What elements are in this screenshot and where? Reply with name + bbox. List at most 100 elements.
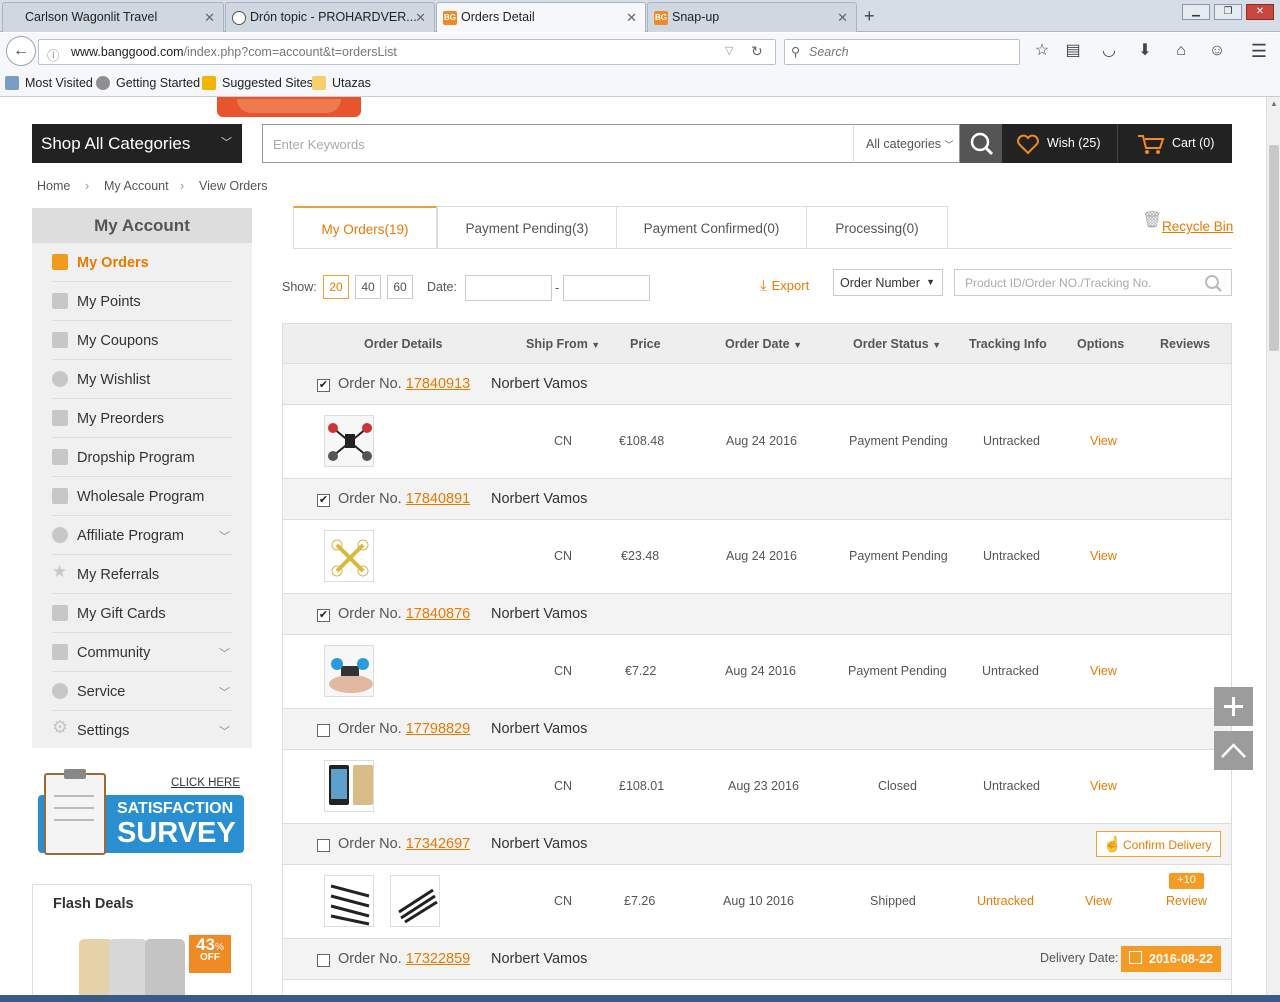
browser-search-input[interactable]: ⚲ Search — [784, 39, 1020, 65]
order-checkbox[interactable] — [317, 839, 330, 852]
breadcrumb-my-account[interactable]: My Account — [104, 179, 169, 193]
breadcrumb-home[interactable]: Home — [37, 179, 70, 193]
page-size-20[interactable]: 20 — [323, 275, 349, 299]
sidebar-item-my-preorders[interactable]: My Preorders — [52, 399, 232, 438]
tab-payment-confirmed[interactable]: Payment Confirmed(0) — [616, 206, 807, 249]
phone-image[interactable] — [109, 939, 147, 995]
page-size-60[interactable]: 60 — [387, 275, 413, 299]
product-thumbnail-drone[interactable] — [324, 415, 374, 467]
order-number-link[interactable]: 17322859 — [406, 951, 471, 967]
dropdown-icon[interactable]: ▽ — [725, 44, 733, 57]
sidebar-item-dropship-program[interactable]: Dropship Program — [52, 438, 232, 477]
category-select[interactable]: All categories ﹀ — [853, 124, 960, 163]
order-number-link[interactable]: 17840891 — [406, 491, 471, 507]
back-button[interactable]: ← — [6, 36, 36, 66]
order-checkbox[interactable]: ✔ — [317, 494, 330, 507]
order-checkbox[interactable]: ✔ — [317, 609, 330, 622]
smiley-icon[interactable]: ☺ — [1207, 41, 1227, 61]
order-number-link[interactable]: 17798829 — [406, 721, 471, 737]
review-link[interactable]: Review — [1166, 894, 1207, 908]
window-close-button[interactable]: ✕ — [1246, 4, 1274, 20]
url-bar[interactable]: ⓘ www.banggood.com/index.php?com=account… — [38, 39, 776, 65]
minimize-button[interactable]: ▁ — [1182, 4, 1210, 20]
phone-image[interactable] — [79, 939, 113, 995]
reload-icon[interactable]: ↻ — [751, 43, 763, 60]
sidebar-item-service[interactable]: Service ﹀ — [52, 672, 232, 711]
shop-all-categories-button[interactable]: Shop All Categories ﹀ — [32, 124, 242, 163]
product-thumbnail-propellers[interactable] — [390, 875, 440, 927]
order-checkbox[interactable]: ✔ — [317, 379, 330, 392]
order-number-link[interactable]: 17840913 — [406, 376, 471, 392]
pocket-icon[interactable]: ◡ — [1099, 41, 1119, 61]
order-search-input[interactable]: Product ID/Order NO./Tracking No. — [954, 269, 1232, 296]
site-search-button[interactable] — [960, 124, 1002, 163]
bookmark-most-visited[interactable]: Most Visited — [5, 76, 93, 90]
home-icon[interactable]: ⌂ — [1171, 41, 1191, 61]
browser-tab[interactable]: BG Snap-up ✕ — [647, 2, 857, 32]
sidebar-item-wholesale-program[interactable]: Wholesale Program — [52, 477, 232, 516]
sidebar-item-my-points[interactable]: My Points — [52, 282, 232, 321]
column-order-status[interactable]: Order Status ▼ — [853, 337, 941, 351]
product-thumbnail-propellers[interactable] — [324, 875, 374, 927]
wish-button[interactable]: Wish (25) — [1002, 124, 1118, 163]
promo-banner-fragment[interactable] — [217, 97, 361, 117]
download-icon[interactable]: ⬇ — [1135, 41, 1155, 61]
tab-my-orders[interactable]: My Orders(19) — [293, 206, 437, 249]
maximize-button[interactable]: ❐ — [1214, 4, 1242, 20]
browser-tab[interactable]: Carlson Wagonlit Travel ✕ — [2, 2, 224, 32]
export-button[interactable]: ⤓ Export — [760, 277, 809, 294]
tab-payment-pending[interactable]: Payment Pending(3) — [437, 206, 617, 249]
product-thumbnail-phone[interactable] — [324, 760, 374, 812]
close-icon[interactable]: ✕ — [626, 10, 637, 26]
scroll-up-arrow-icon[interactable]: ▲ — [1270, 99, 1278, 108]
phone-image[interactable] — [145, 939, 185, 995]
sidebar-item-my-wishlist[interactable]: My Wishlist — [52, 360, 232, 399]
confirm-delivery-button[interactable]: ☝ Confirm Delivery — [1096, 831, 1221, 857]
view-order-link[interactable]: View — [1085, 894, 1112, 908]
tab-processing[interactable]: Processing(0) — [806, 206, 948, 249]
sidebar-item-my-coupons[interactable]: My Coupons — [52, 321, 232, 360]
browser-tab[interactable]: Drón topic - PROHARDVER... ✕ — [225, 2, 435, 32]
cart-button[interactable]: Cart (0) — [1118, 124, 1232, 163]
order-number-link[interactable]: 17342697 — [406, 836, 471, 852]
search-icon[interactable] — [1203, 273, 1223, 293]
view-order-link[interactable]: View — [1090, 779, 1117, 793]
order-number-link[interactable]: 17840876 — [406, 606, 471, 622]
search-by-select[interactable]: Order Number ▼ — [833, 269, 943, 296]
new-tab-button[interactable]: + — [864, 6, 875, 27]
sidebar-item-community[interactable]: Community ﹀ — [52, 633, 232, 672]
sidebar-item-my-orders[interactable]: My Orders — [52, 243, 232, 282]
scrollbar-thumb[interactable] — [1269, 145, 1279, 351]
order-checkbox[interactable] — [317, 954, 330, 967]
plus-icon[interactable] — [1214, 687, 1253, 726]
close-icon[interactable]: ✕ — [837, 10, 848, 26]
view-order-link[interactable]: View — [1090, 434, 1117, 448]
date-to-input[interactable] — [563, 275, 650, 301]
keyword-search-input[interactable]: Enter Keywords — [262, 124, 853, 163]
close-icon[interactable]: ✕ — [204, 10, 215, 26]
column-ship-from[interactable]: Ship From ▼ — [526, 337, 600, 351]
sidebar-item-my-gift-cards[interactable]: My Gift Cards — [52, 594, 232, 633]
order-checkbox[interactable] — [317, 724, 330, 737]
trash-icon[interactable]: 🗑 — [1142, 210, 1162, 230]
date-from-input[interactable] — [465, 275, 552, 301]
close-icon[interactable]: ✕ — [415, 10, 426, 26]
browser-tab-active[interactable]: BG Orders Detail ✕ — [436, 2, 646, 32]
bookmark-utazas[interactable]: Utazas — [312, 76, 371, 90]
sidebar-item-my-referrals[interactable]: ★ My Referrals — [52, 555, 232, 594]
bookmark-suggested-sites[interactable]: Suggested Sites — [202, 76, 313, 90]
product-thumbnail-mini-drone[interactable] — [324, 645, 374, 697]
back-to-top-icon[interactable] — [1214, 731, 1253, 770]
tracking-info-link[interactable]: Untracked — [977, 894, 1034, 908]
page-scrollbar[interactable]: ▲ — [1266, 97, 1280, 995]
survey-click-here[interactable]: CLICK HERE — [171, 777, 240, 789]
bookmark-getting-started[interactable]: Getting Started — [96, 76, 200, 90]
product-thumbnail-quadcopter[interactable] — [324, 530, 374, 582]
view-order-link[interactable]: View — [1090, 549, 1117, 563]
sidebar-item-settings[interactable]: ⚙ Settings ﹀ — [52, 711, 232, 750]
reading-list-icon[interactable]: ▤ — [1063, 41, 1083, 61]
satisfaction-survey-banner[interactable]: CLICK HERE SATISFACTION SURVEY — [38, 765, 248, 861]
bookmark-star-icon[interactable]: ☆ — [1032, 41, 1052, 61]
view-order-link[interactable]: View — [1090, 664, 1117, 678]
sidebar-item-affiliate-program[interactable]: Affiliate Program ﹀ — [52, 516, 232, 555]
